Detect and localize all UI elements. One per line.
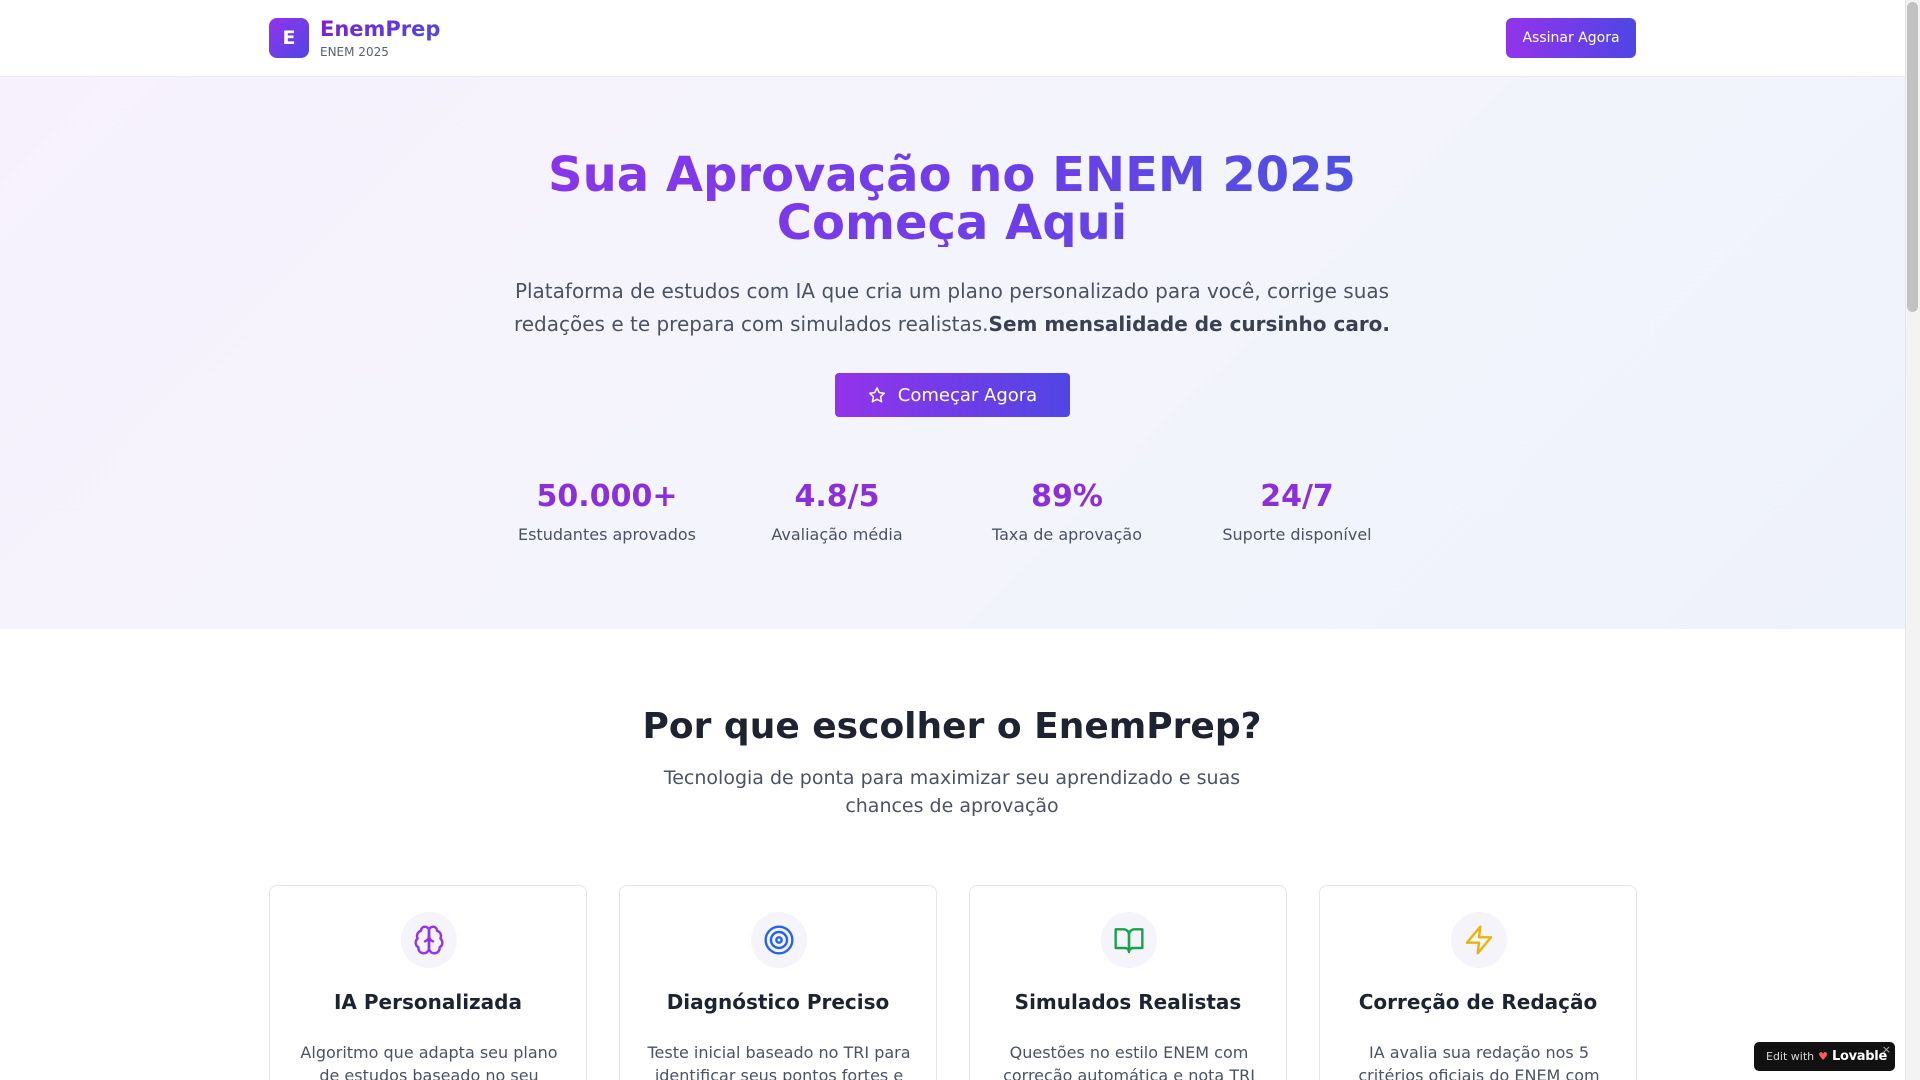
hero-description: Plataforma de estudos com IA que cria um… <box>452 275 1452 341</box>
stat-approval-rate: 89% Taxa de aprovação <box>967 479 1167 544</box>
feature-description-line-2: critérios oficiais do ENEM com <box>1358 1066 1600 1080</box>
stat-label: Avaliação média <box>771 525 903 544</box>
feature-description: Questões no estilo ENEM com correção aut… <box>992 1041 1266 1080</box>
hero-title-line-2: Começa Aqui <box>776 195 1128 251</box>
feature-description-line-2: de estudos baseado no seu <box>319 1066 539 1080</box>
target-icon <box>764 925 794 955</box>
feature-card-simulations: Simulados Realistas Questões no estilo E… <box>969 885 1287 1080</box>
logo-icon[interactable]: E <box>269 18 309 58</box>
hero-title: Sua Aprovação no ENEM 2025 Começa Aqui <box>352 151 1552 247</box>
feature-icon-wrap <box>401 912 457 968</box>
brand-name[interactable]: EnemPrep <box>320 17 440 41</box>
feature-icon-wrap <box>1101 912 1157 968</box>
stat-approved-students: 50.000+ Estudantes aprovados <box>507 479 707 544</box>
stat-value: 50.000+ <box>536 479 678 514</box>
feature-description: Algoritmo que adapta seu plano de estudo… <box>292 1041 566 1080</box>
feature-icon-wrap <box>751 912 807 968</box>
feature-description-line-2: identificar seus pontos fortes e <box>654 1066 904 1080</box>
feature-title: Correção de Redação <box>1358 990 1598 1014</box>
stat-value: 89% <box>1031 479 1103 514</box>
features-subtitle-line-1: Tecnologia de ponta para maximizar seu a… <box>663 767 1241 789</box>
star-icon <box>868 387 885 403</box>
lightning-icon <box>1465 925 1493 955</box>
feature-description-line-1: Teste inicial baseado no TRI para <box>647 1043 911 1062</box>
scrollbar-thumb[interactable] <box>1907 2 1918 312</box>
feature-description-line-2: correção automática e nota TRI <box>1003 1066 1255 1080</box>
lovable-heart-icon: ♥ <box>1818 1050 1829 1063</box>
top-navbar: E EnemPrep ENEM 2025 Assinar Agora <box>0 0 1905 77</box>
hero-title-line-1: Sua Aprovação no ENEM 2025 <box>548 147 1356 203</box>
badge-brand: Lovable <box>1832 1049 1887 1064</box>
brand-subtitle: ENEM 2025 <box>320 45 389 59</box>
feature-icon-wrap <box>1451 912 1507 968</box>
brain-icon <box>414 925 444 955</box>
feature-title: Simulados Realistas <box>1014 990 1242 1014</box>
stat-value: 4.8/5 <box>794 479 880 514</box>
feature-card-diagnostic: Diagnóstico Preciso Teste inicial basead… <box>619 885 937 1080</box>
start-now-button[interactable]: Começar Agora <box>835 373 1070 417</box>
hero-description-line-1: Plataforma de estudos com IA que cria um… <box>514 279 1390 303</box>
feature-title: IA Personalizada <box>333 990 522 1014</box>
feature-card-essay: Correção de Redação IA avalia sua redaçã… <box>1319 885 1637 1080</box>
hero-section: Sua Aprovação no ENEM 2025 Começa Aqui P… <box>0 77 1905 629</box>
hero-description-bold: Sem mensalidade de cursinho caro. <box>988 312 1391 336</box>
stat-label: Estudantes aprovados <box>517 525 697 544</box>
stat-support: 24/7 Suporte disponível <box>1197 479 1397 544</box>
feature-title: Diagnóstico Preciso <box>666 990 890 1014</box>
features-subtitle: Tecnologia de ponta para maximizar seu a… <box>632 764 1272 820</box>
page: E EnemPrep ENEM 2025 Assinar Agora Sua A… <box>0 0 1905 1080</box>
feature-description-line-1: Algoritmo que adapta seu plano <box>300 1043 558 1062</box>
hero-description-line-2: redações e te prepara com simulados real… <box>452 308 1452 341</box>
book-open-icon <box>1114 928 1144 954</box>
subscribe-button[interactable]: Assinar Agora <box>1506 18 1636 58</box>
feature-description-line-1: IA avalia sua redação nos 5 <box>1368 1043 1589 1062</box>
start-now-label: Começar Agora <box>897 384 1038 406</box>
features-title: Por que escolher o EnemPrep? <box>642 706 1262 747</box>
feature-card-ai: IA Personalizada Algoritmo que adapta se… <box>269 885 587 1080</box>
features-subtitle-line-2: chances de aprovação <box>845 795 1059 817</box>
hero-description-text: redações e te prepara com simulados real… <box>513 312 989 336</box>
feature-description: Teste inicial baseado no TRI para identi… <box>642 1041 916 1080</box>
edit-with-lovable-badge[interactable]: Edit with ♥ Lovable × <box>1754 1042 1895 1071</box>
badge-close-icon[interactable]: × <box>1882 1043 1891 1056</box>
feature-description: IA avalia sua redação nos 5 critérios of… <box>1342 1041 1616 1080</box>
stat-label: Taxa de aprovação <box>991 525 1142 544</box>
badge-edit-label: Edit with <box>1766 1050 1815 1063</box>
feature-description-line-1: Questões no estilo ENEM com <box>1009 1043 1249 1062</box>
stat-average-rating: 4.8/5 Avaliação média <box>737 479 937 544</box>
vertical-scrollbar[interactable] <box>1905 0 1920 1080</box>
stat-label: Suporte disponível <box>1222 525 1372 544</box>
stat-value: 24/7 <box>1260 479 1334 514</box>
